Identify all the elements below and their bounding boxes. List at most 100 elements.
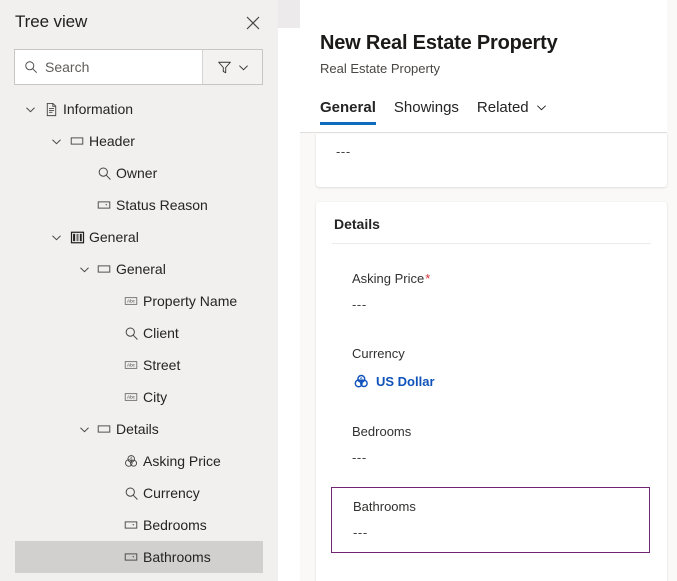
page-title: New Real Estate Property — [320, 32, 558, 55]
tree-view-panel: Tree view Search — [0, 0, 278, 581]
required-asterisk: * — [425, 271, 430, 286]
app-root: Tree view Search — [0, 0, 677, 581]
text-abc-icon: Abc — [122, 388, 140, 406]
field-value[interactable]: --- — [352, 450, 367, 465]
tree-item-header[interactable]: Header — [15, 125, 263, 157]
tree-item-label: Status Reason — [116, 197, 208, 213]
text-abc-icon: Abc — [122, 356, 140, 374]
field-label-text: Asking Price — [352, 271, 424, 286]
tree-item-label: Client — [143, 325, 179, 341]
tree-view-title: Tree view — [15, 12, 87, 32]
tree-item-general[interactable]: General — [15, 221, 263, 253]
search-icon — [24, 60, 38, 74]
chevron-down-icon[interactable] — [48, 229, 64, 245]
svg-text:Abc: Abc — [127, 395, 136, 400]
tree-item-street[interactable]: Abc Street — [15, 349, 263, 381]
section-icon — [68, 132, 86, 150]
tab-general-label: General — [320, 99, 376, 116]
tree-item-currency[interactable]: Currency — [15, 477, 263, 509]
tab-general[interactable]: General — [320, 99, 376, 125]
section-icon — [95, 420, 113, 438]
tree-search-row: Search — [14, 49, 263, 85]
form-panel: New Real Estate Property Real Estate Pro… — [300, 0, 677, 581]
tree-item-label: Information — [63, 101, 133, 117]
tree-item-label: Street — [143, 357, 180, 373]
field-label-text: Bathrooms — [353, 499, 416, 514]
field-label-text: Currency — [352, 346, 405, 361]
tab-showings[interactable]: Showings — [394, 99, 459, 125]
tree-view-header: Tree view — [0, 0, 278, 44]
field-value-text: --- — [353, 525, 368, 540]
tree-item-information[interactable]: Information — [15, 93, 263, 125]
lookup-icon — [122, 324, 140, 342]
tab-columns-icon — [68, 228, 86, 246]
tree-item-label: Property Name — [143, 293, 237, 309]
field-label: Bathrooms — [353, 499, 416, 514]
field-label: Bedrooms — [352, 424, 411, 439]
chevron-down-icon[interactable] — [48, 133, 64, 149]
field-value-text: US Dollar — [376, 374, 435, 389]
lookup-icon — [95, 164, 113, 182]
tree-item-details[interactable]: Details — [15, 413, 263, 445]
card-partial-above: --- — [316, 134, 667, 187]
field-label: Currency — [352, 346, 405, 361]
svg-text:Abc: Abc — [127, 363, 136, 368]
form-content-scroll[interactable]: --- Details Asking Price* --- Currency $ US … — [300, 134, 677, 581]
details-card: Details Asking Price* --- Currency $ US Doll… — [316, 202, 667, 581]
chevron-down-icon[interactable] — [22, 101, 38, 117]
section-icon — [95, 260, 113, 278]
tree-item-label: Header — [89, 133, 135, 149]
filter-button[interactable] — [203, 50, 262, 84]
currency-lookup-icon: $ — [352, 372, 370, 390]
tree-item-property-name[interactable]: AbcProperty Name — [15, 285, 263, 317]
details-card-title: Details — [334, 216, 380, 232]
tree-item-status-reason[interactable]: Status Reason — [15, 189, 263, 221]
search-input[interactable]: Search — [15, 50, 203, 84]
tree-item-label: Bathrooms — [143, 549, 211, 565]
text-abc-icon: Abc — [122, 292, 140, 310]
details-card-divider — [332, 243, 651, 244]
tree-item-bathrooms[interactable]: Bathrooms — [15, 541, 263, 573]
optionset-icon — [122, 516, 140, 534]
field-label-text: Bedrooms — [352, 424, 411, 439]
currency-icon: $ — [122, 452, 140, 470]
field-currency[interactable]: Currency $ US Dollar — [332, 335, 651, 401]
tree-item-label: Asking Price — [143, 453, 221, 469]
tree-item-city[interactable]: Abc City — [15, 381, 263, 413]
field-bedrooms[interactable]: Bedrooms --- — [332, 413, 651, 479]
page-subtitle: Real Estate Property — [320, 61, 440, 76]
tree-item-label: General — [116, 261, 166, 277]
field-value[interactable]: --- — [353, 525, 368, 540]
close-icon[interactable] — [242, 12, 264, 34]
tree-item-bedrooms[interactable]: Bedrooms — [15, 509, 263, 541]
tree-item-label: General — [89, 229, 139, 245]
tree-item-client[interactable]: Client — [15, 317, 263, 349]
tree-item-owner[interactable]: Owner — [15, 157, 263, 189]
filter-icon — [217, 60, 232, 75]
chevron-down-icon[interactable] — [76, 261, 92, 277]
chevron-down-icon — [536, 102, 547, 113]
tree-item-asking-price[interactable]: $Asking Price — [15, 445, 263, 477]
search-placeholder: Search — [45, 59, 89, 75]
tree-item-list: Information Header Owner Status Reason Gener… — [0, 93, 278, 573]
field-value-link[interactable]: $ US Dollar — [352, 372, 435, 390]
field-asking-price[interactable]: Asking Price* --- — [332, 260, 651, 326]
chevron-down-icon[interactable] — [76, 421, 92, 437]
chevron-down-icon — [238, 62, 249, 73]
field-label: Asking Price* — [352, 271, 430, 286]
tree-item-general[interactable]: General — [15, 253, 263, 285]
tab-related-label: Related — [477, 99, 529, 116]
form-header: New Real Estate Property Real Estate Pro… — [300, 0, 667, 133]
tab-related[interactable]: Related — [477, 99, 547, 125]
field-value-text: --- — [352, 297, 367, 312]
tab-showings-label: Showings — [394, 99, 459, 116]
tree-item-label: Details — [116, 421, 159, 437]
svg-text:$: $ — [360, 376, 363, 381]
field-bathrooms[interactable]: Bathrooms --- — [331, 487, 650, 553]
tree-item-label: City — [143, 389, 167, 405]
field-value[interactable]: --- — [352, 297, 367, 312]
lookup-icon — [122, 484, 140, 502]
partial-field-value[interactable]: --- — [336, 144, 351, 159]
form-tabs: General Showings Related — [320, 99, 547, 125]
optionset-icon — [95, 196, 113, 214]
